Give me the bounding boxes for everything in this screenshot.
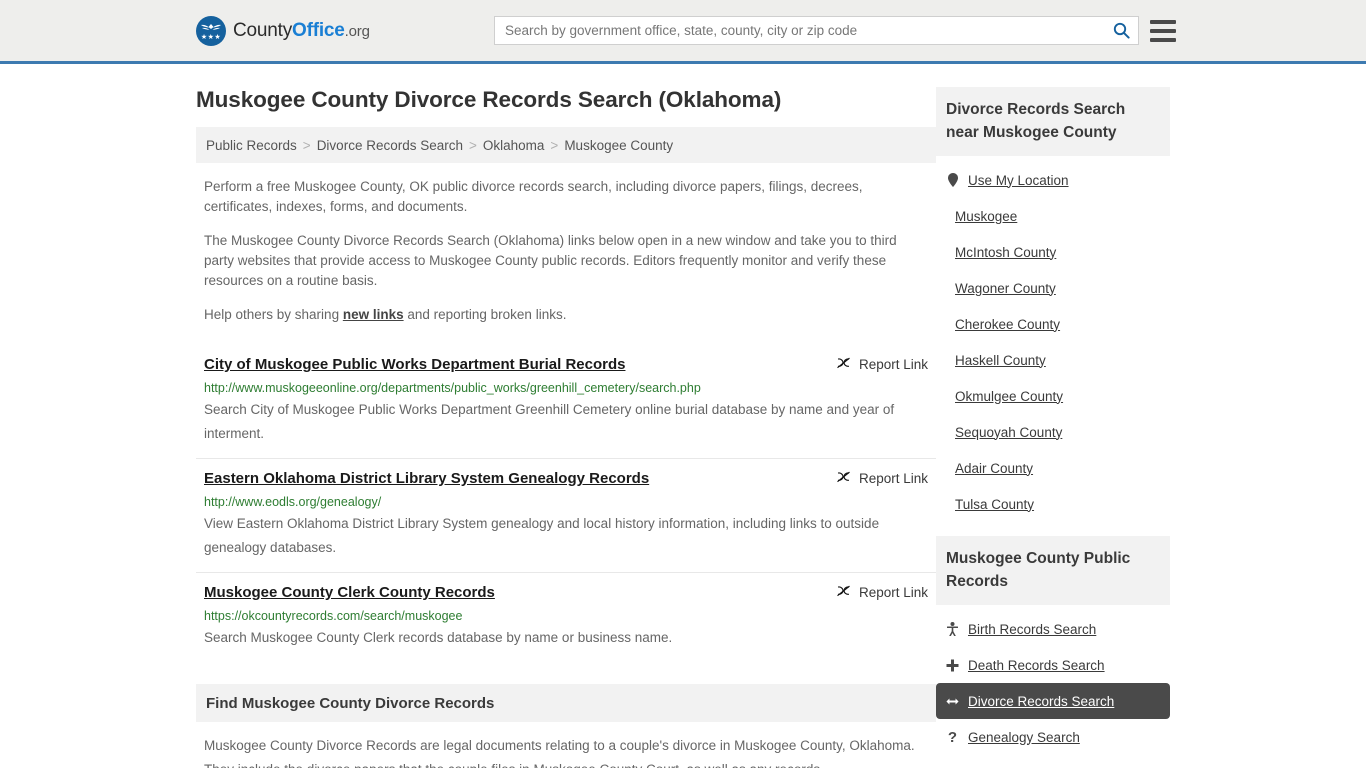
sidebar-link[interactable]: McIntosh County <box>955 245 1056 260</box>
breadcrumb-separator: > <box>302 137 311 153</box>
result-item: City of Muskogee Public Works Department… <box>196 345 936 459</box>
broken-link-icon <box>837 357 850 369</box>
sidebar-link[interactable]: Adair County <box>955 461 1033 476</box>
result-url: http://www.muskogeeonline.org/department… <box>204 381 701 395</box>
sidebar-link[interactable]: Okmulgee County <box>955 389 1063 404</box>
find-records-body: Muskogee County Divorce Records are lega… <box>204 738 915 768</box>
result-title-link[interactable]: Eastern Oklahoma District Library System… <box>204 469 649 489</box>
page-container: Muskogee County Divorce Records Search (… <box>0 64 1366 768</box>
result-title-link[interactable]: Muskogee County Clerk County Records <box>204 583 495 603</box>
eagle-shield-icon: ★★★ <box>196 15 226 46</box>
result-item: Eastern Oklahoma District Library System… <box>196 459 936 573</box>
sidebar-link[interactable]: Haskell County <box>955 353 1046 368</box>
main-column: Muskogee County Divorce Records Search (… <box>196 64 936 768</box>
breadcrumb-item-oklahoma[interactable]: Oklahoma <box>483 138 545 153</box>
hamburger-bar <box>1150 37 1176 42</box>
intro-paragraph-1: Perform a free Muskogee County, OK publi… <box>204 179 863 214</box>
find-records-heading: Find Muskogee County Divorce Records <box>196 684 936 722</box>
result-description: Search City of Muskogee Public Works Dep… <box>204 402 895 441</box>
sidebar-link[interactable]: Wagoner County <box>955 281 1056 296</box>
sidebar-link[interactable]: Death Records Search <box>968 658 1105 673</box>
map-pin-icon <box>946 173 959 187</box>
site-logo[interactable]: ★★★ CountyOffice.org <box>196 15 370 46</box>
page-title: Muskogee County Divorce Records Search (… <box>196 87 782 112</box>
sidebar-item-adair-county[interactable]: Adair County <box>936 450 1170 486</box>
left-right-arrow-icon <box>946 696 959 707</box>
search-input[interactable] <box>495 17 1104 44</box>
sidebar-link[interactable]: Use My Location <box>968 173 1069 188</box>
baby-icon <box>946 622 959 636</box>
sidebar-link[interactable]: Muskogee <box>955 209 1017 224</box>
result-item: Muskogee County Clerk County Records Rep… <box>196 573 936 662</box>
broken-link-icon <box>837 471 850 483</box>
search-icon <box>1113 22 1130 39</box>
public-records-list: Birth Records Search Death Records Searc… <box>936 605 1170 755</box>
stars-icon: ★★★ <box>200 33 222 41</box>
broken-link-icon <box>837 585 850 597</box>
breadcrumb-item-muskogee-county: Muskogee County <box>564 137 674 153</box>
logo-text: CountyOffice.org <box>233 20 370 42</box>
sidebar-link[interactable]: Genealogy Search <box>968 730 1080 745</box>
sidebar-item-haskell-county[interactable]: Haskell County <box>936 342 1170 378</box>
report-link-button[interactable]: Report Link <box>836 469 928 486</box>
sidebar-item-tulsa-county[interactable]: Tulsa County <box>936 486 1170 522</box>
report-link-button[interactable]: Report Link <box>836 583 928 600</box>
sidebar-link[interactable]: Sequoyah County <box>955 425 1062 440</box>
results-list: City of Muskogee Public Works Department… <box>196 345 936 662</box>
report-link-label: Report Link <box>858 357 928 372</box>
breadcrumb-separator: > <box>550 137 559 153</box>
question-mark-icon: ? <box>947 728 958 746</box>
sidebar-item-okmulgee-county[interactable]: Okmulgee County <box>936 378 1170 414</box>
search-button[interactable] <box>1104 17 1138 44</box>
result-url: http://www.eodls.org/genealogy/ <box>204 495 382 509</box>
sidebar-item-sequoyah-county[interactable]: Sequoyah County <box>936 414 1170 450</box>
breadcrumb-item-public-records[interactable]: Public Records <box>206 138 297 153</box>
new-links-link[interactable]: new links <box>343 307 404 322</box>
help-prefix: Help others by sharing <box>204 307 343 322</box>
help-paragraph: Help others by sharing new links and rep… <box>204 305 926 325</box>
sidebar-item-birth-records-search[interactable]: Birth Records Search <box>936 611 1170 647</box>
eagle-icon <box>201 23 221 30</box>
result-url: https://okcountyrecords.com/search/musko… <box>204 609 463 623</box>
help-suffix: and reporting broken links. <box>403 307 567 322</box>
nearby-searches-heading: Divorce Records Search near Muskogee Cou… <box>936 87 1170 156</box>
report-link-button[interactable]: Report Link <box>836 355 928 372</box>
sidebar-item-cherokee-county[interactable]: Cherokee County <box>936 306 1170 342</box>
nearby-searches-list: Use My Location Muskogee McIntosh County… <box>936 156 1170 522</box>
nearby-searches-panel: Divorce Records Search near Muskogee Cou… <box>936 87 1170 522</box>
sidebar-link[interactable]: Cherokee County <box>955 317 1060 332</box>
public-records-panel: Muskogee County Public Records Birth Rec… <box>936 536 1170 755</box>
intro-paragraph-2: The Muskogee County Divorce Records Sear… <box>204 233 897 288</box>
logo-text-office: Office <box>292 19 345 41</box>
logo-text-county: County <box>233 19 293 41</box>
hamburger-bar <box>1150 28 1176 33</box>
sidebar-item-divorce-records-search[interactable]: Divorce Records Search <box>936 683 1170 719</box>
cross-icon <box>946 659 959 672</box>
breadcrumb-item-divorce-records-search[interactable]: Divorce Records Search <box>317 138 463 153</box>
hamburger-bar <box>1150 19 1176 24</box>
sidebar-item-use-my-location[interactable]: Use My Location <box>936 162 1170 198</box>
search-bar[interactable] <box>494 16 1139 45</box>
find-records-section: Find Muskogee County Divorce Records Mus… <box>196 684 936 768</box>
sidebar-item-death-records-search[interactable]: Death Records Search <box>936 647 1170 683</box>
breadcrumb-separator: > <box>469 137 477 153</box>
public-records-heading: Muskogee County Public Records <box>936 536 1170 605</box>
sidebar-link[interactable]: Tulsa County <box>955 497 1034 512</box>
result-description: View Eastern Oklahoma District Library S… <box>204 516 880 555</box>
logo-text-tld: .org <box>344 22 370 40</box>
breadcrumb: Public Records > Divorce Records Search … <box>196 127 936 163</box>
sidebar: Divorce Records Search near Muskogee Cou… <box>936 64 1170 768</box>
sidebar-link[interactable]: Birth Records Search <box>968 622 1096 637</box>
sidebar-item-mcintosh-county[interactable]: McIntosh County <box>936 234 1170 270</box>
sidebar-item-wagoner-county[interactable]: Wagoner County <box>936 270 1170 306</box>
result-title-link[interactable]: City of Muskogee Public Works Department… <box>204 355 625 375</box>
site-header: ★★★ CountyOffice.org <box>0 0 1366 64</box>
result-description: Search Muskogee County Clerk records dat… <box>204 630 673 645</box>
sidebar-item-muskogee[interactable]: Muskogee <box>936 198 1170 234</box>
sidebar-link[interactable]: Divorce Records Search <box>968 694 1114 709</box>
report-link-label: Report Link <box>858 471 928 486</box>
hamburger-menu-icon[interactable] <box>1150 19 1176 42</box>
report-link-label: Report Link <box>858 585 928 600</box>
sidebar-item-genealogy-search[interactable]: ? Genealogy Search <box>936 719 1170 755</box>
